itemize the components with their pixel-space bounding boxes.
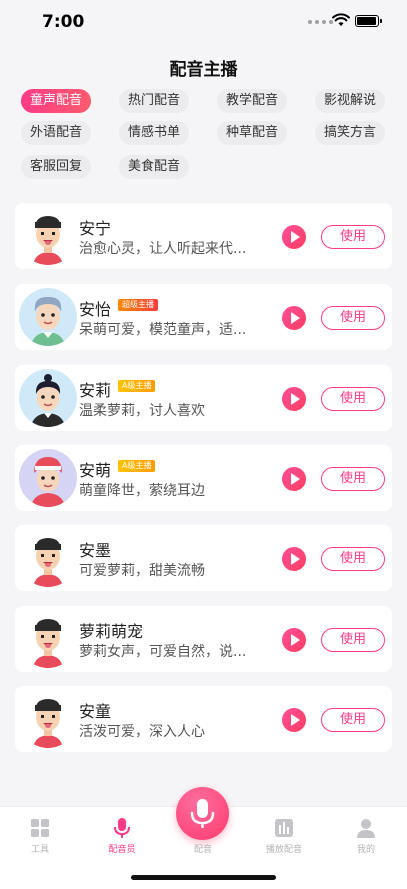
voice-description: 活泼可爱，深入人心 <box>79 724 205 740</box>
status-time: 7:00 <box>42 12 85 32</box>
play-icon[interactable] <box>282 225 306 249</box>
category-chip-dialect[interactable]: 搞笑方言 <box>315 121 385 145</box>
tab-mine[interactable]: 我的 <box>336 817 396 855</box>
voice-name: 安萌 <box>79 461 112 480</box>
play-icon[interactable] <box>282 547 306 571</box>
avatar <box>19 529 77 587</box>
super-anchor-badge: 超级主播 <box>118 299 158 311</box>
voice-card[interactable]: 安墨 可爱萝莉，甜美流畅 使用 <box>15 525 392 591</box>
home-indicator <box>131 875 276 880</box>
voice-description: 萌童降世，萦绕耳边 <box>79 483 205 499</box>
category-chip-hot[interactable]: 热门配音 <box>119 89 189 113</box>
play-icon[interactable] <box>282 306 306 330</box>
tab-play-dubbing[interactable]: 播放配音 <box>254 817 314 855</box>
voice-name: 萝莉萌宠 <box>79 622 144 641</box>
play-icon[interactable] <box>282 628 306 652</box>
tab-tools[interactable]: 工具 <box>10 817 70 855</box>
avatar <box>19 690 77 748</box>
voice-card[interactable]: 安萌 A级主播 萌童降世，萦绕耳边 使用 <box>15 445 392 511</box>
tab-label: 工具 <box>30 845 49 855</box>
play-icon[interactable] <box>282 467 306 491</box>
avatar <box>19 449 77 507</box>
use-button[interactable]: 使用 <box>321 628 385 652</box>
mic-center-icon <box>190 799 215 828</box>
voice-name: 安莉 <box>79 381 112 400</box>
category-chip-seeding[interactable]: 种草配音 <box>217 121 287 145</box>
tab-label: 播放配音 <box>265 845 302 855</box>
signal-icon <box>308 20 333 24</box>
voice-name: 安墨 <box>79 541 112 560</box>
voice-description: 呆萌可爱，模范童声，适... <box>79 322 247 338</box>
battery-icon <box>355 15 382 27</box>
category-chip-film[interactable]: 影视解说 <box>315 89 385 113</box>
voice-name: 安童 <box>79 702 112 721</box>
grid-icon <box>31 819 49 837</box>
mic-icon <box>114 818 130 838</box>
category-chip-service[interactable]: 客服回复 <box>21 155 91 179</box>
voice-card[interactable]: 安宁 治愈心灵，让人听起来代... 使用 <box>15 203 392 269</box>
voice-name: 安怡 <box>79 300 112 319</box>
category-chip-teaching[interactable]: 教学配音 <box>217 89 287 113</box>
voice-description: 萝莉女声，可爱自然，说... <box>79 644 247 660</box>
category-chip-emotion[interactable]: 情感书单 <box>119 121 189 145</box>
voice-name: 安宁 <box>79 219 112 238</box>
avatar <box>19 610 77 668</box>
voice-card[interactable]: 安怡 超级主播 呆萌可爱，模范童声，适... 使用 <box>15 284 392 350</box>
voice-description: 温柔萝莉，讨人喜欢 <box>79 403 205 419</box>
use-button[interactable]: 使用 <box>321 225 385 249</box>
use-button[interactable]: 使用 <box>321 387 385 411</box>
equalizer-icon <box>275 819 293 837</box>
tab-label: 我的 <box>356 845 375 855</box>
play-icon[interactable] <box>282 387 306 411</box>
avatar <box>19 288 77 346</box>
use-button[interactable]: 使用 <box>321 467 385 491</box>
wifi-icon <box>332 13 350 26</box>
voice-card[interactable]: 萝莉萌宠 萝莉女声，可爱自然，说... 使用 <box>15 606 392 672</box>
category-chip-foreign[interactable]: 外语配音 <box>21 121 91 145</box>
use-button[interactable]: 使用 <box>321 708 385 732</box>
category-chip-kids[interactable]: 童声配音 <box>21 89 91 113</box>
use-button[interactable]: 使用 <box>321 306 385 330</box>
tab-dubbing[interactable]: 配音 <box>173 839 233 855</box>
voice-description: 可爱萝莉，甜美流畅 <box>79 563 205 579</box>
tab-voice-actors[interactable]: 配音员 <box>92 817 152 855</box>
use-button[interactable]: 使用 <box>321 547 385 571</box>
category-chip-food[interactable]: 美食配音 <box>119 155 189 179</box>
avatar <box>19 369 77 427</box>
user-icon <box>357 819 375 838</box>
tab-label: 配音员 <box>108 845 136 855</box>
record-button[interactable] <box>176 787 229 840</box>
voice-card[interactable]: 安童 活泼可爱，深入人心 使用 <box>15 686 392 752</box>
play-icon[interactable] <box>282 708 306 732</box>
page-title: 配音主播 <box>169 60 238 80</box>
tab-label: 配音 <box>193 845 212 855</box>
a-level-badge: A级主播 <box>118 380 156 392</box>
a-level-badge: A级主播 <box>118 460 156 472</box>
voice-card[interactable]: 安莉 A级主播 温柔萝莉，讨人喜欢 使用 <box>15 365 392 431</box>
avatar <box>19 207 77 265</box>
voice-description: 治愈心灵，让人听起来代... <box>79 241 247 257</box>
status-bar: 7:00 <box>0 0 407 44</box>
